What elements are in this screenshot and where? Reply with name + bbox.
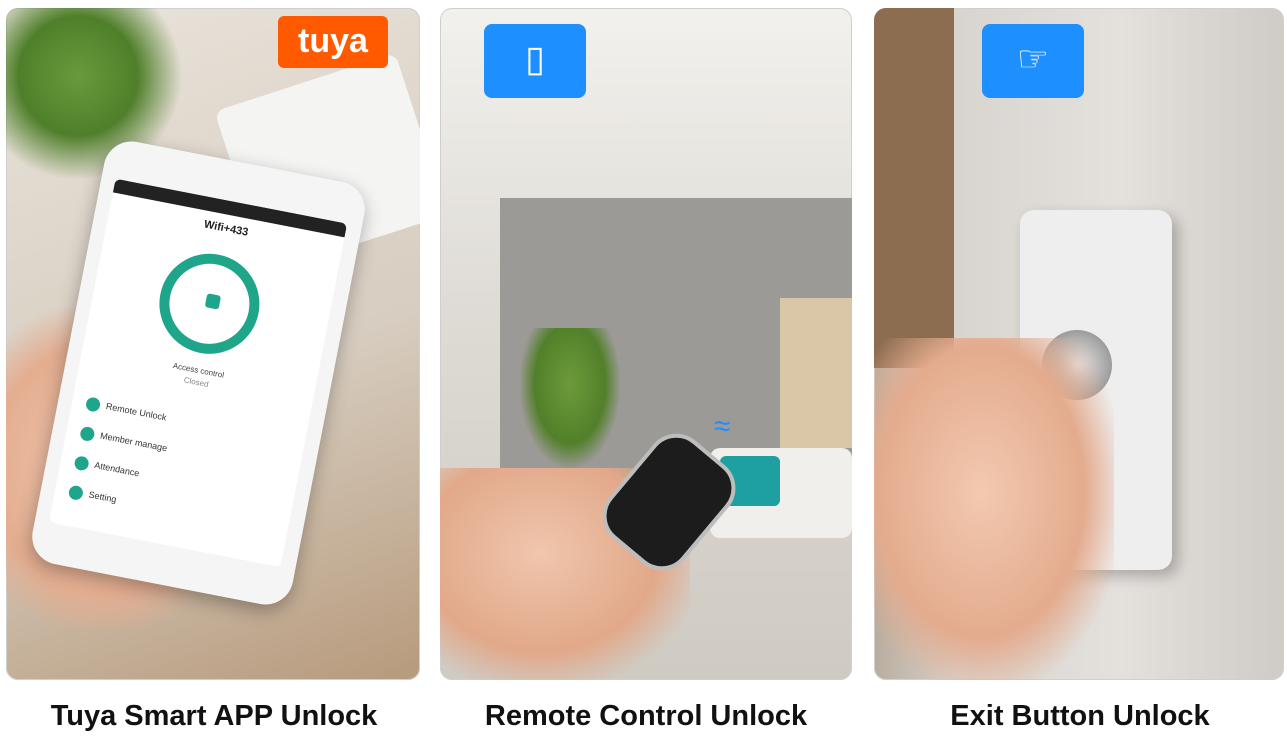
bell-icon xyxy=(84,395,102,413)
tuya-app-panel: tuya Wifi+433 Access control Closed Remo… xyxy=(6,8,420,680)
lock-icon xyxy=(204,293,222,310)
shelf-image xyxy=(780,298,852,448)
clock-icon xyxy=(73,454,90,472)
app-screen: Wifi+433 Access control Closed Remote Un… xyxy=(48,178,348,568)
press-button-icon: ☞ xyxy=(982,24,1084,98)
member-icon xyxy=(79,425,96,442)
caption-tuya: Tuya Smart APP Unlock xyxy=(50,700,378,732)
gear-icon xyxy=(67,484,85,501)
hand-image xyxy=(874,338,1114,680)
caption-exit-button: Exit Button Unlock xyxy=(950,700,1210,732)
smartphone: Wifi+433 Access control Closed Remote Un… xyxy=(27,136,370,610)
caption-remote: Remote Control Unlock xyxy=(484,700,808,732)
remote-control-panel: ▯ ≈ xyxy=(440,8,852,680)
signal-icon: ≈ xyxy=(714,410,731,443)
unlock-ring[interactable] xyxy=(150,245,269,363)
tuya-logo: tuya xyxy=(278,16,388,68)
exit-button-panel: ☞ xyxy=(874,8,1284,680)
remote-control-icon: ▯ xyxy=(484,24,586,98)
door-frame-image xyxy=(874,8,954,368)
plant-image xyxy=(520,328,620,468)
